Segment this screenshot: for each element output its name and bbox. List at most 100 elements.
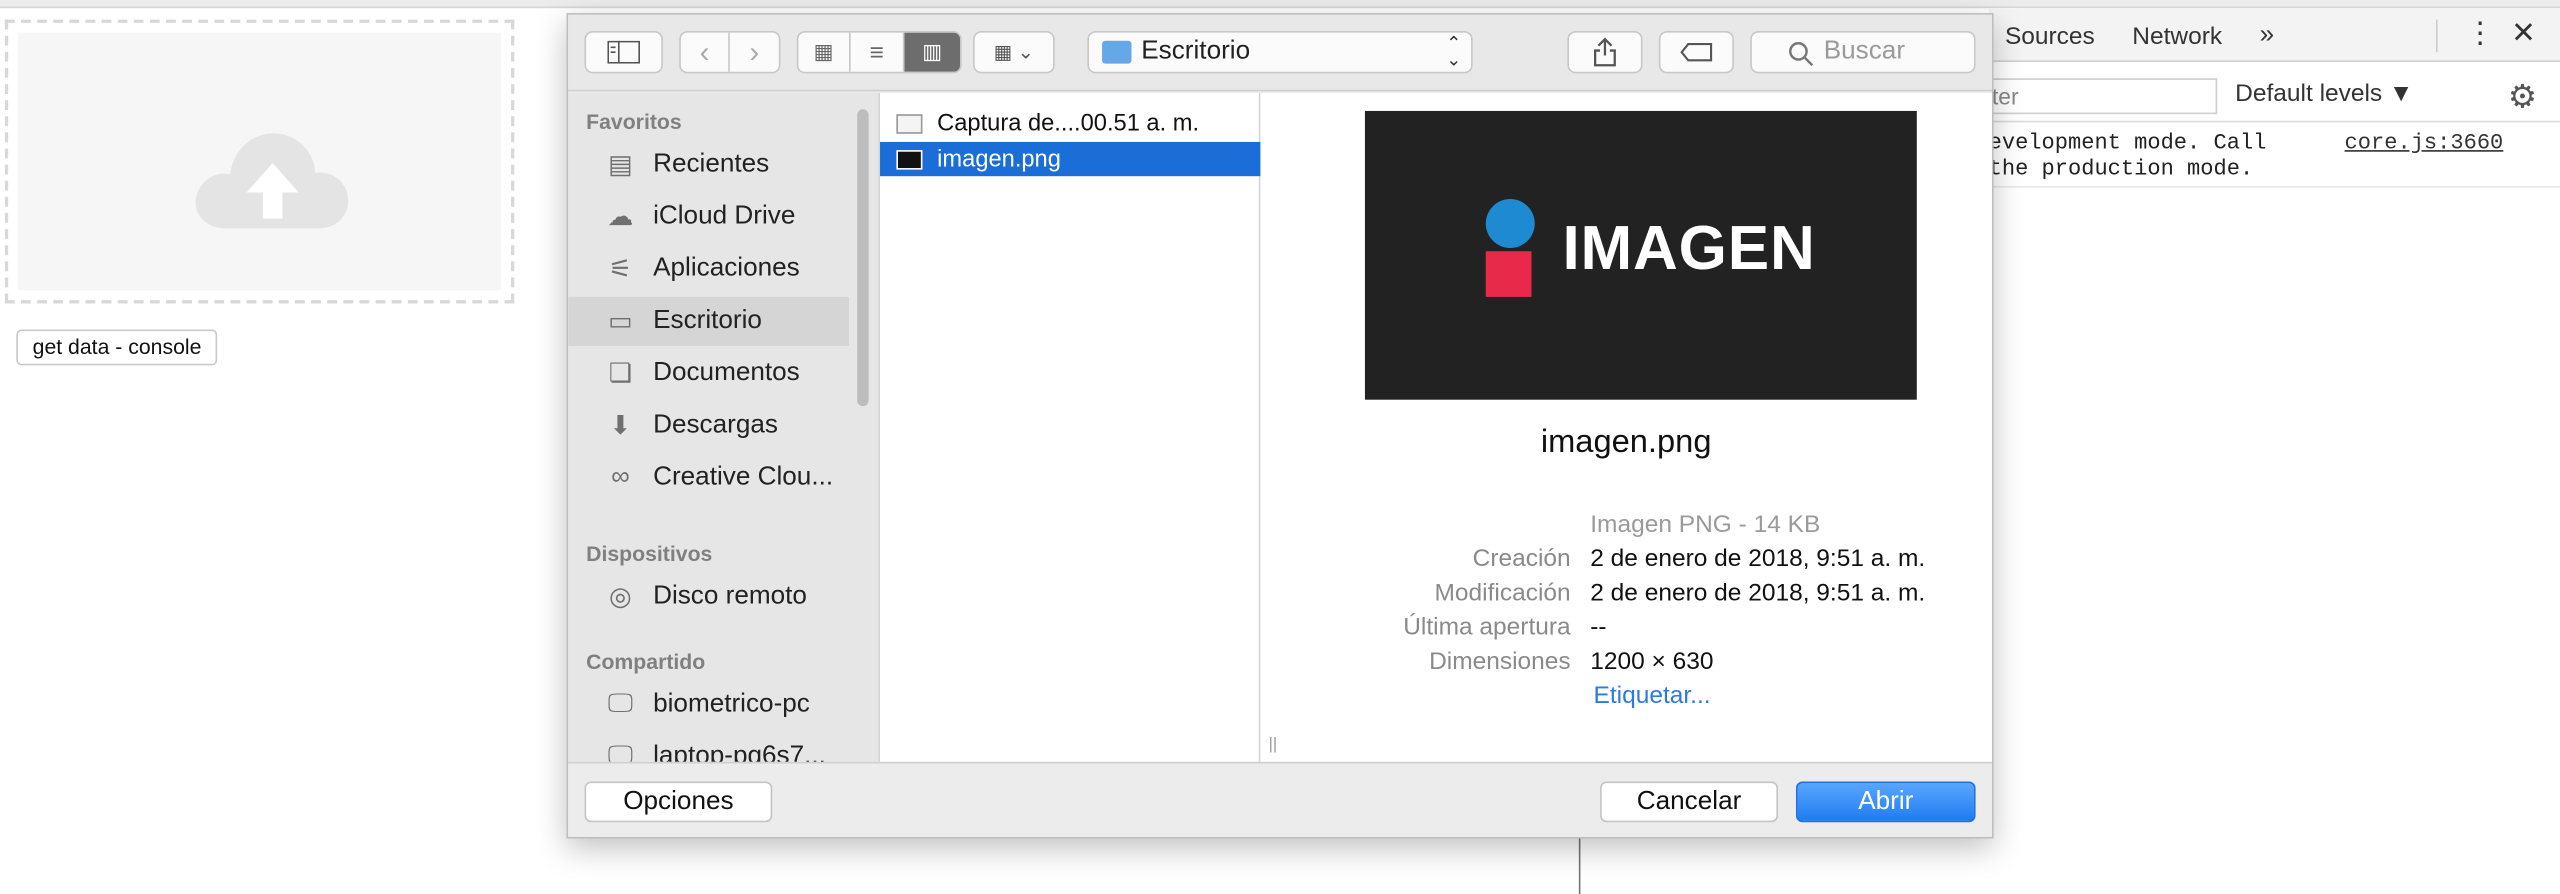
sidebar-item-label: Aplicaciones <box>653 254 800 283</box>
dialog-sidebar: Favoritos ▤ Recientes ☁ iCloud Drive ⚟ Apli… <box>568 92 879 762</box>
sidebar-item-recientes[interactable]: ▤ Recientes <box>568 140 849 189</box>
chevron-left-icon: ‹ <box>699 35 710 68</box>
divider-line <box>1578 838 1581 894</box>
grid-icon: ▦ <box>813 39 834 64</box>
group-button[interactable]: ▦ ⌄ <box>973 30 1055 74</box>
meta-modified-row: Modificación 2 de enero de 2018, 9:51 a.… <box>1260 579 1991 612</box>
open-button[interactable]: Abrir <box>1795 781 1976 823</box>
logo-dot <box>1485 199 1535 248</box>
meta-kind-row: Imagen PNG - 14 KB <box>1260 511 1991 544</box>
preview-filename: imagen.png <box>1540 424 1712 461</box>
log-text-line2: the production mode. <box>1988 158 2254 183</box>
sidebar-item-label: iCloud Drive <box>653 202 796 231</box>
sidebar-scrollbar[interactable] <box>857 109 869 407</box>
sidebar-item-biometrico-pc[interactable]: 🖵 biometrico-pc <box>568 680 849 729</box>
search-placeholder: Buscar <box>1823 37 1906 66</box>
sidebar-item-label: laptop-pq6s7... <box>653 742 826 762</box>
sidebar-item-icloud[interactable]: ☁ iCloud Drive <box>568 193 849 242</box>
search-icon <box>1789 42 1814 67</box>
meta-label: Modificación <box>1434 579 1571 607</box>
tag-button[interactable] <box>1658 30 1734 74</box>
column-view-button[interactable]: ▥ <box>904 32 961 72</box>
file-item-imagen[interactable]: imagen.png <box>880 141 1261 177</box>
list-icon: ≡ <box>869 38 884 67</box>
meta-last-opened-row: Última apertura -- <box>1260 613 1991 646</box>
get-data-button[interactable]: get data - console <box>16 329 218 366</box>
downloads-icon: ⬇ <box>609 412 632 441</box>
filter-input[interactable]: ter <box>1988 78 2218 115</box>
path-popup[interactable]: Escritorio ⌃ ⌄ <box>1087 30 1473 74</box>
sidebar-toggle-button[interactable] <box>584 30 663 74</box>
recents-icon: ▤ <box>608 151 633 180</box>
sidebar-item-aplicaciones[interactable]: ⚟ Aplicaciones <box>568 245 849 294</box>
chevron-right-icon: › <box>749 35 760 68</box>
meta-created-row: Creación 2 de enero de 2018, 9:51 a. m. <box>1260 545 1991 578</box>
more-tabs-icon[interactable]: » <box>2260 21 2275 50</box>
list-view-button[interactable]: ≡ <box>851 32 905 72</box>
creative-cloud-icon: ∞ <box>611 463 630 492</box>
search-field[interactable]: Buscar <box>1750 30 1976 74</box>
console-filterbar: ter Default levels ▼ ⚙ <box>1988 70 2560 123</box>
tag-icon <box>1680 42 1713 62</box>
file-column: Captura de....00.51 a. m. imagen.png <box>878 92 1261 762</box>
devices-header: Dispositivos <box>586 541 713 567</box>
log-text-line1: evelopment mode. Call <box>1988 132 2267 157</box>
sidebar-item-documentos[interactable]: ❏ Documentos <box>568 349 849 398</box>
group-grid-icon: ▦ ⌄ <box>993 40 1035 64</box>
cancel-button[interactable]: Cancelar <box>1600 781 1779 823</box>
logo-square <box>1485 251 1532 297</box>
preview-thumbnail: IMAGEN <box>1364 110 1917 400</box>
computer-icon: 🖵 <box>607 742 634 762</box>
desktop-icon: ▭ <box>608 308 633 337</box>
upload-cloud-icon <box>195 133 349 229</box>
applications-icon: ⚟ <box>608 256 633 284</box>
meta-value: -- <box>1590 613 1607 642</box>
tab-sources[interactable]: Sources <box>2005 23 2095 51</box>
log-source-link[interactable]: core.js:3660 <box>2345 132 2504 156</box>
file-item-captura[interactable]: Captura de....00.51 a. m. <box>880 106 1260 140</box>
options-button[interactable]: Opciones <box>584 781 773 823</box>
open-file-dialog: ‹ › ▦ ≡ ▥ ▦ ⌄ Escritorio ⌃ ⌄ Buscar Favo… <box>566 13 1994 839</box>
updown-arrows-icon: ⌃ ⌄ <box>1446 34 1462 71</box>
share-button[interactable] <box>1567 30 1643 74</box>
sidebar-item-disco-remoto[interactable]: ◎ Disco remoto <box>568 573 849 622</box>
sidebar-item-label: Disco remoto <box>653 582 807 611</box>
disc-icon: ◎ <box>609 584 632 612</box>
meta-label: Creación <box>1472 544 1571 573</box>
computer-icon: 🖵 <box>607 690 634 718</box>
back-button[interactable]: ‹ <box>681 32 730 72</box>
icon-view-button[interactable]: ▦ <box>798 32 851 72</box>
sidebar-item-label: Documentos <box>653 358 800 387</box>
tag-link[interactable]: Etiquetar... <box>1594 682 1711 710</box>
cloud-icon: ☁ <box>607 203 634 232</box>
devtools-tabbar: Sources Network » ⋮ ✕ <box>1988 8 2560 62</box>
sidebar-item-label: Escritorio <box>653 306 762 335</box>
shared-header: Compartido <box>586 649 706 674</box>
view-mode-control: ▦ ≡ ▥ <box>796 30 962 74</box>
column-resize-handle[interactable]: || <box>1269 736 1277 754</box>
meta-label: Dimensiones <box>1429 647 1571 676</box>
sidebar-toggle-icon <box>607 40 641 64</box>
close-icon[interactable]: ✕ <box>2511 16 2536 50</box>
logo-text: IMAGEN <box>1562 215 1816 284</box>
file-name: Captura de....00.51 a. m. <box>937 110 1200 137</box>
tab-network[interactable]: Network <box>2132 23 2222 51</box>
sidebar-item-descargas[interactable]: ⬇ Descargas <box>568 401 849 450</box>
meta-value: 2 de enero de 2018, 9:51 a. m. <box>1590 544 1926 573</box>
sidebar-item-laptop[interactable]: 🖵 laptop-pq6s7... <box>568 732 849 762</box>
browser-top-edge <box>0 0 2560 9</box>
sidebar-item-label: Creative Clou... <box>653 463 834 492</box>
upload-dropzone[interactable] <box>4 19 515 304</box>
sidebar-item-creative-cloud[interactable]: ∞ Creative Clou... <box>568 454 849 503</box>
meta-dimensions-row: Dimensiones 1200 × 630 <box>1260 648 1991 681</box>
devtools-panel: Sources Network » ⋮ ✕ ter Default levels… <box>1988 8 2560 894</box>
gear-icon[interactable]: ⚙ <box>2508 77 2537 118</box>
dialog-bottombar: Opciones Cancelar Abrir <box>568 761 1992 837</box>
forward-button[interactable]: › <box>730 33 779 72</box>
sidebar-item-label: biometrico-pc <box>653 690 810 718</box>
kebab-menu-icon[interactable]: ⋮ <box>2465 18 2494 47</box>
sidebar-item-escritorio[interactable]: ▭ Escritorio <box>568 296 850 346</box>
meta-tag-row: Etiquetar... <box>1260 682 1991 715</box>
levels-dropdown[interactable]: Default levels ▼ <box>2235 80 2413 108</box>
columns-icon: ▥ <box>922 39 943 64</box>
